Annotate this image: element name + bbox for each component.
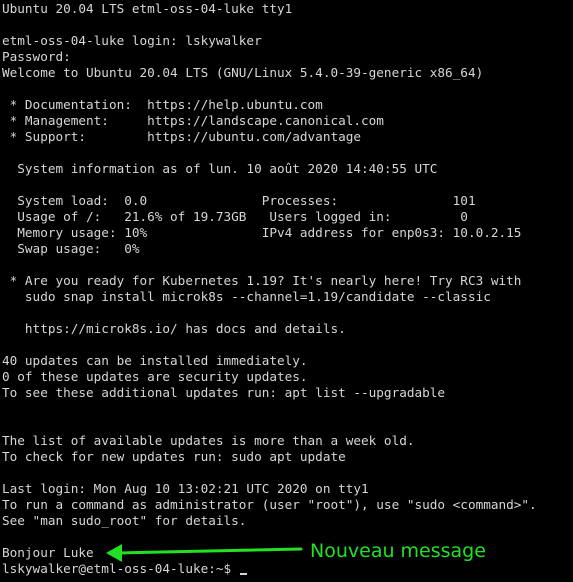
terminal-line: Welcome to Ubuntu 20.04 LTS (GNU/Linux 5…: [2, 65, 484, 80]
annotation-label: Nouveau message: [310, 540, 486, 562]
terminal-line: To run a command as administrator (user …: [2, 497, 537, 512]
terminal-line: * Management: https://landscape.canonica…: [2, 113, 384, 128]
terminal-line: The list of available updates is more th…: [2, 433, 415, 448]
terminal-line: * Support: https://ubuntu.com/advantage: [2, 129, 362, 144]
terminal-line: 40 updates can be installed immediately.: [2, 353, 308, 368]
terminal-line: etml-oss-04-luke login: lskywalker: [2, 33, 262, 48]
terminal-line: Swap usage: 0%: [2, 241, 140, 256]
terminal-line: * Documentation: https://help.ubuntu.com: [2, 97, 323, 112]
terminal-output: Ubuntu 20.04 LTS etml-oss-04-luke tty1 et…: [2, 1, 573, 561]
terminal-line: Memory usage: 10% IPv4 address for enp0s…: [2, 225, 522, 240]
arrow-left-icon: [106, 544, 303, 562]
text-cursor: [239, 573, 247, 575]
terminal-line: Password:: [2, 49, 71, 64]
terminal-line: sudo snap install microk8s --channel=1.1…: [2, 289, 491, 304]
terminal-line: To check for new updates run: sudo apt u…: [2, 449, 346, 464]
terminal-screen[interactable]: Ubuntu 20.04 LTS etml-oss-04-luke tty1 et…: [0, 0, 573, 582]
terminal-line: System information as of lun. 10 août 20…: [2, 161, 438, 176]
terminal-line: Ubuntu 20.04 LTS etml-oss-04-luke tty1: [2, 1, 293, 16]
terminal-line: Last login: Mon Aug 10 13:02:21 UTC 2020…: [2, 481, 369, 496]
terminal-line: See "man sudo_root" for details.: [2, 513, 247, 528]
terminal-line: 0 of these updates are security updates.: [2, 369, 308, 384]
terminal-line: https://microk8s.io/ has docs and detail…: [2, 321, 346, 336]
terminal-line: To see these additional updates run: apt…: [2, 385, 446, 400]
terminal-line: System load: 0.0 Processes: 101: [2, 193, 476, 208]
annotation-callout: Nouveau message: [104, 538, 524, 566]
terminal-line: Usage of /: 21.6% of 19.73GB Users logge…: [2, 209, 468, 224]
terminal-line: * Are you ready for Kubernetes 1.19? It'…: [2, 273, 522, 288]
